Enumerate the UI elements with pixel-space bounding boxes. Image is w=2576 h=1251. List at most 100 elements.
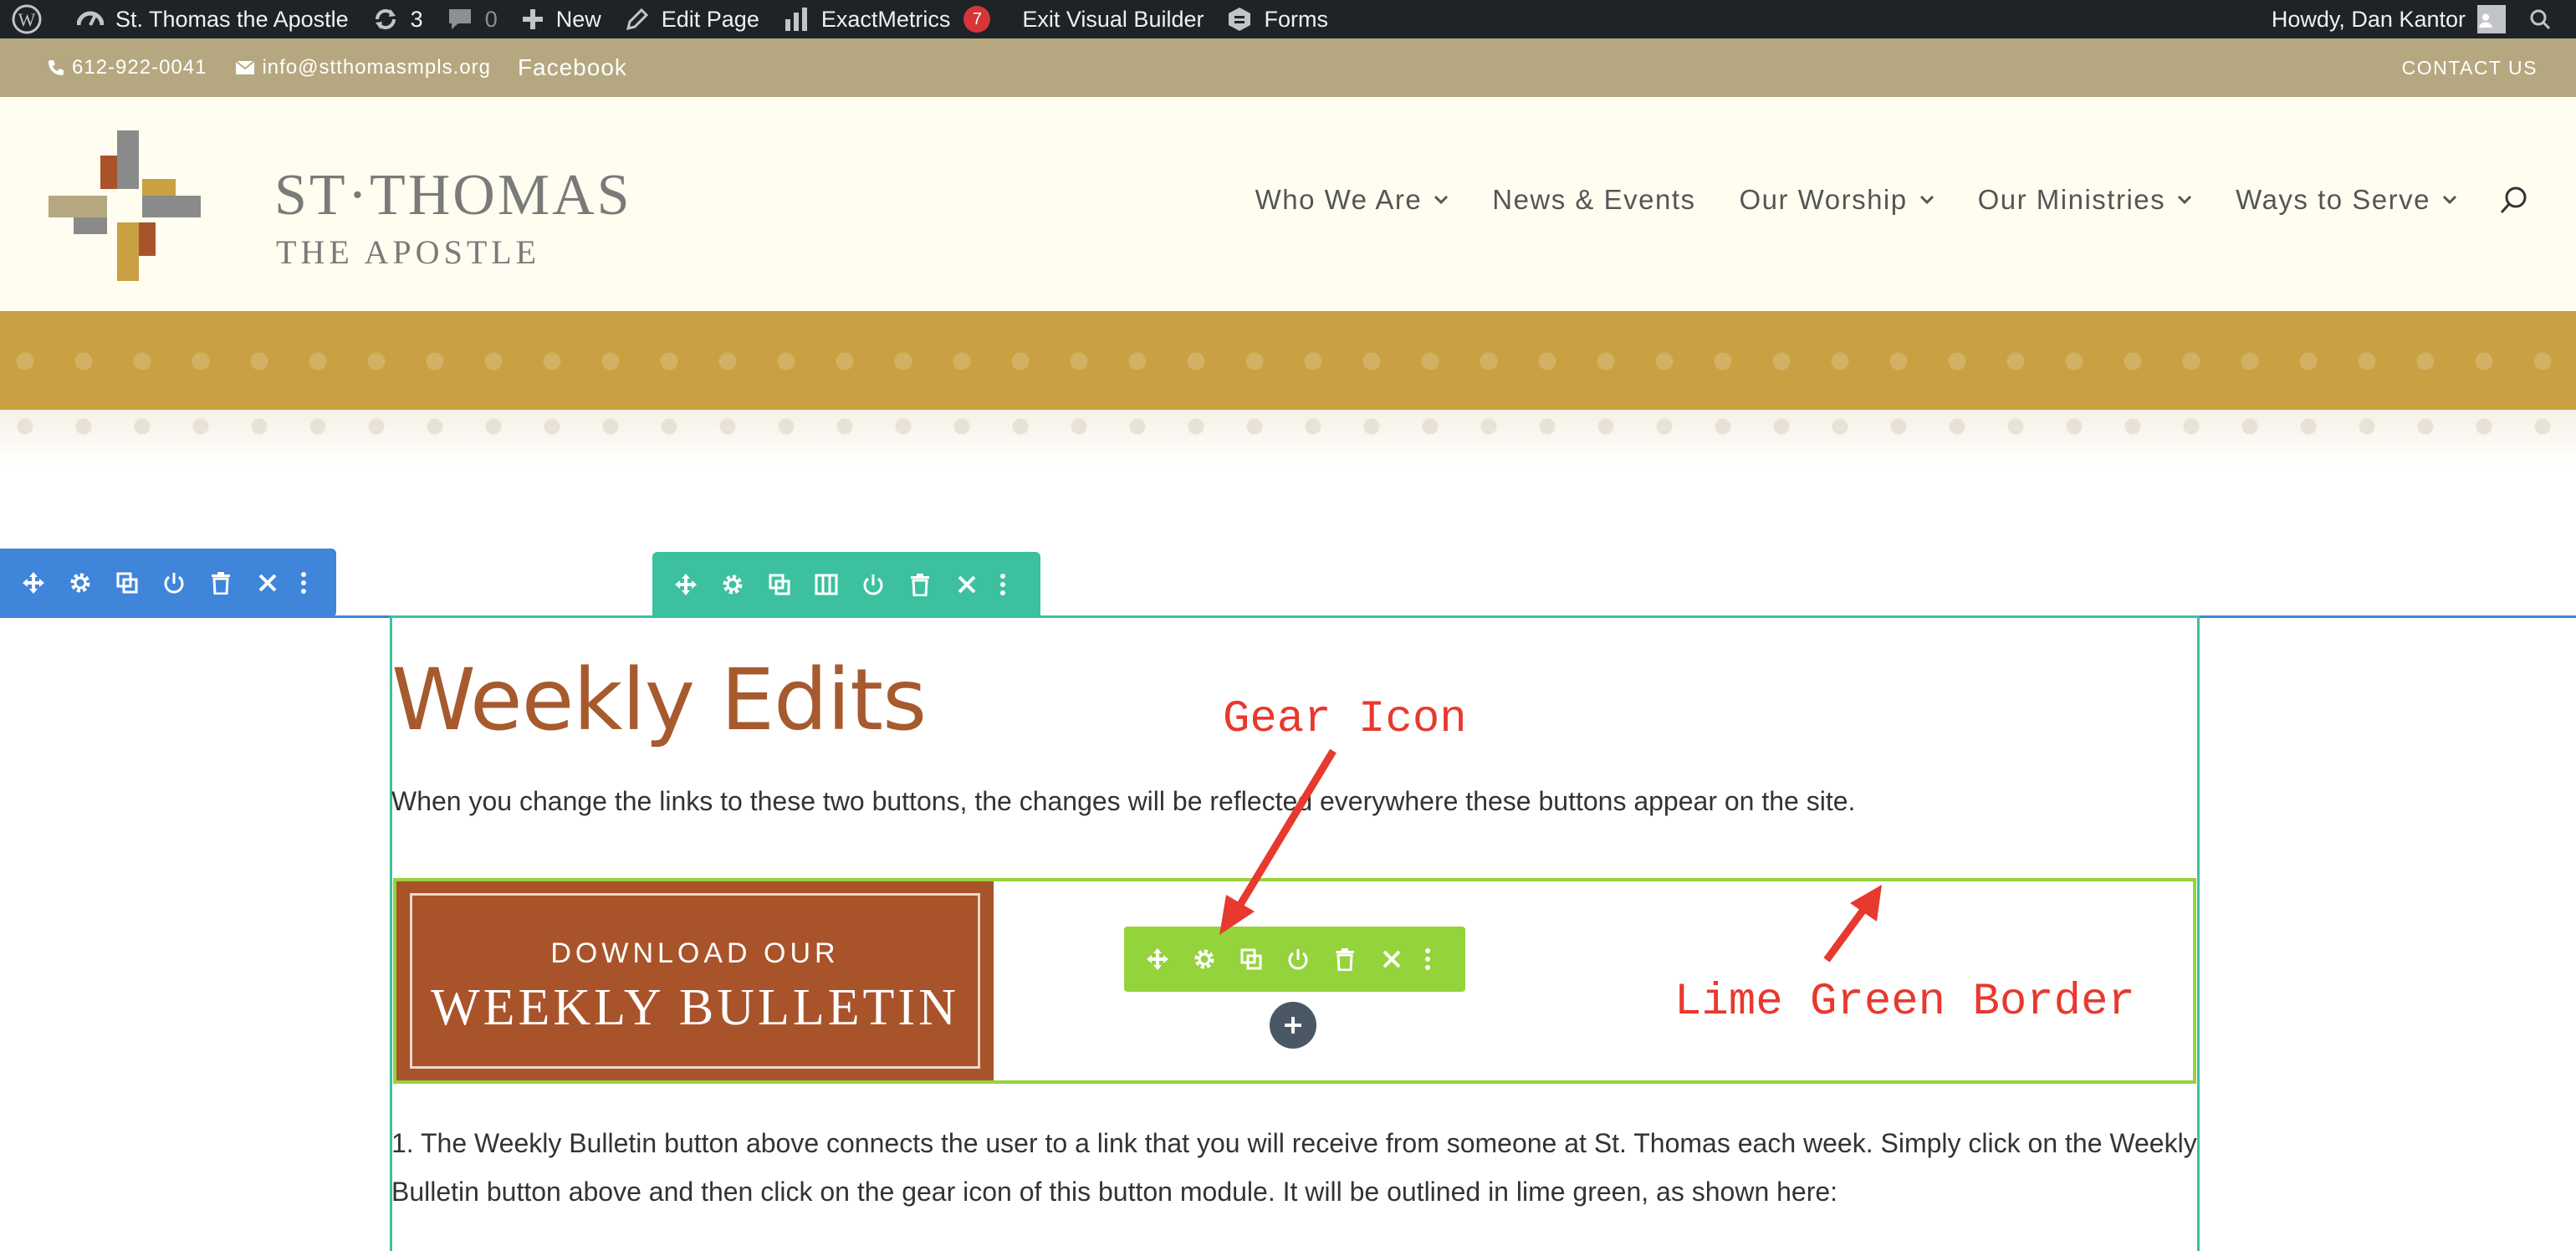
- search-icon: [2530, 9, 2551, 30]
- delete-button[interactable]: [1321, 927, 1368, 992]
- new-label: New: [555, 6, 601, 32]
- contact-us-link[interactable]: CONTACT US: [2402, 57, 2538, 79]
- move-button[interactable]: [1134, 927, 1181, 992]
- logo-line-1: ST·THOMAS: [274, 163, 632, 227]
- close-icon: [958, 575, 976, 594]
- wordpress-logo-button[interactable]: W: [0, 0, 65, 38]
- more-vertical-icon: [1000, 574, 1005, 595]
- account-menu[interactable]: Howdy, Dan Kantor: [2260, 0, 2517, 38]
- logo-line-2: THE APOSTLE: [276, 233, 541, 271]
- chevron-down-icon: [2178, 195, 2192, 205]
- wp-admin-bar: W St. Thomas the Apostle 3 0 New Edit Pa…: [0, 0, 2576, 38]
- updates-count: 3: [410, 6, 423, 32]
- site-logo[interactable]: ST·THOMAS THE APOSTLE: [49, 130, 630, 281]
- power-icon: [863, 574, 883, 595]
- columns-button[interactable]: [803, 552, 850, 617]
- duplicate-icon: [116, 572, 138, 594]
- plus-icon: [522, 9, 543, 29]
- bar-chart-icon: [785, 8, 807, 31]
- forms-label: Forms: [1264, 6, 1328, 32]
- row-toolbar: [652, 552, 1040, 617]
- close-icon: [1383, 950, 1401, 968]
- edit-page-button[interactable]: Edit Page: [613, 0, 771, 38]
- site-name-menu[interactable]: St. Thomas the Apostle: [65, 0, 360, 38]
- search-icon[interactable]: [2499, 185, 2529, 215]
- decorative-pattern-fade: [0, 410, 2576, 468]
- envelope-icon: [235, 60, 256, 74]
- delete-button[interactable]: [197, 549, 244, 617]
- nav-our-ministries[interactable]: Our Ministries: [1978, 184, 2193, 216]
- user-silhouette-icon: [2479, 13, 2492, 28]
- plus-icon: [1285, 1017, 1301, 1034]
- duplicate-button[interactable]: [1228, 927, 1275, 992]
- nav-news-events[interactable]: News & Events: [1492, 184, 1695, 216]
- nav-ways-to-serve[interactable]: Ways to Serve: [2236, 184, 2457, 216]
- move-icon: [23, 572, 44, 594]
- duplicate-button[interactable]: [756, 552, 803, 617]
- more-options-button[interactable]: [1415, 927, 1440, 992]
- admin-search-button[interactable]: [2517, 0, 2563, 38]
- refresh-icon: [375, 9, 396, 29]
- columns-icon: [815, 574, 838, 595]
- gear-icon-annotation: Gear Icon: [1223, 694, 1467, 745]
- comments-count: 0: [484, 6, 498, 32]
- wordpress-icon: W: [12, 4, 42, 34]
- nav-label: Who We Are: [1255, 184, 1423, 215]
- duplicate-icon: [769, 574, 790, 595]
- section-toolbar: [0, 549, 336, 617]
- svg-text:W: W: [18, 9, 36, 30]
- bulletin-line-2: WEEKLY BULLETIN: [431, 979, 959, 1036]
- nav-who-we-are[interactable]: Who We Are: [1255, 184, 1449, 216]
- exit-vb-label: Exit Visual Builder: [1022, 6, 1204, 32]
- power-icon: [164, 573, 184, 594]
- cross-logo-icon: [49, 130, 201, 281]
- save-to-library-button[interactable]: [850, 552, 897, 617]
- comments-button[interactable]: 0: [435, 0, 509, 38]
- nav-label: Our Worship: [1739, 184, 1908, 215]
- email-link[interactable]: info@stthomasmpls.org: [235, 56, 490, 79]
- exactmetrics-button[interactable]: ExactMetrics 7: [771, 0, 1003, 38]
- gear-icon: [1194, 949, 1214, 969]
- move-button[interactable]: [10, 549, 57, 617]
- delete-button[interactable]: [897, 552, 943, 617]
- exactmetrics-label: ExactMetrics: [820, 6, 951, 32]
- forms-button[interactable]: Forms: [1215, 0, 1340, 38]
- save-to-library-button[interactable]: [151, 549, 197, 617]
- close-button[interactable]: [943, 552, 990, 617]
- module-settings-button[interactable]: [1181, 927, 1228, 992]
- chevron-down-icon: [2442, 195, 2457, 205]
- exit-visual-builder-button[interactable]: Exit Visual Builder: [1002, 0, 1215, 38]
- gear-icon: [723, 574, 743, 595]
- more-vertical-icon: [1425, 948, 1430, 970]
- nav-label: News & Events: [1492, 184, 1696, 215]
- close-button[interactable]: [1368, 927, 1415, 992]
- page-title: Weekly Edits: [391, 651, 927, 750]
- new-content-button[interactable]: New: [509, 0, 613, 38]
- add-module-button[interactable]: [1270, 1002, 1316, 1049]
- settings-button[interactable]: [709, 552, 756, 617]
- lime-border-annotation: Lime Green Border: [1674, 977, 2135, 1028]
- duplicate-button[interactable]: [104, 549, 151, 617]
- edit-page-label: Edit Page: [661, 6, 759, 32]
- move-icon: [675, 574, 697, 595]
- power-icon: [1288, 949, 1308, 970]
- phone-icon: [49, 60, 64, 75]
- trash-icon: [1336, 948, 1354, 971]
- nav-label: Ways to Serve: [2236, 184, 2430, 215]
- nav-label: Our Ministries: [1977, 184, 2166, 215]
- exactmetrics-badge: 7: [963, 6, 991, 33]
- move-button[interactable]: [662, 552, 709, 617]
- phone-link[interactable]: 612-922-0041: [47, 56, 207, 79]
- save-to-library-button[interactable]: [1275, 927, 1321, 992]
- phone-text: 612-922-0041: [72, 56, 207, 79]
- updates-button[interactable]: 3: [360, 0, 435, 38]
- weekly-bulletin-button[interactable]: DOWNLOAD OUR WEEKLY BULLETIN: [396, 881, 994, 1080]
- settings-button[interactable]: [57, 549, 104, 617]
- nav-our-worship[interactable]: Our Worship: [1740, 184, 1935, 216]
- more-options-button[interactable]: [990, 552, 1015, 617]
- more-options-button[interactable]: [291, 549, 316, 617]
- site-name: St. Thomas the Apostle: [115, 6, 349, 32]
- close-button[interactable]: [244, 549, 291, 617]
- dashboard-icon: [77, 11, 104, 26]
- facebook-link[interactable]: Facebook: [518, 54, 627, 81]
